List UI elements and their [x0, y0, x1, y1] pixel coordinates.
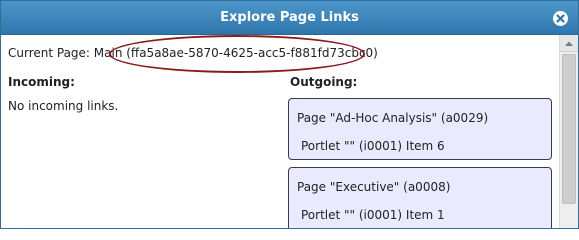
- scrollbar-thumb[interactable]: [562, 54, 576, 204]
- explore-page-links-dialog: Explore Page Links Current Page: Main (f…: [0, 0, 579, 229]
- vertical-scrollbar[interactable]: [559, 35, 578, 228]
- outgoing-link-item[interactable]: Page "Executive" (a0008) Portlet "" (i00…: [288, 167, 552, 228]
- dialog-titlebar[interactable]: Explore Page Links: [1, 1, 578, 35]
- outgoing-link-page: Page "Ad-Hoc Analysis" (a0029): [297, 111, 489, 125]
- outgoing-link-portlet: Portlet "" (i0001) Item 1: [301, 208, 445, 222]
- outgoing-link-portlet: Portlet "" (i0001) Item 6: [301, 139, 445, 153]
- no-incoming-links-text: No incoming links.: [8, 99, 119, 113]
- close-icon[interactable]: [553, 11, 568, 26]
- outgoing-link-page: Page "Executive" (a0008): [297, 180, 451, 194]
- current-page-label: Current Page: Main (ffa5a8ae-5870-4625-a…: [8, 46, 378, 60]
- scroll-up-arrow-icon[interactable]: [560, 35, 578, 52]
- incoming-heading: Incoming:: [8, 75, 75, 89]
- outgoing-heading: Outgoing:: [290, 75, 358, 89]
- outgoing-link-item[interactable]: Page "Ad-Hoc Analysis" (a0029) Portlet "…: [288, 98, 552, 160]
- dialog-title: Explore Page Links: [220, 10, 359, 25]
